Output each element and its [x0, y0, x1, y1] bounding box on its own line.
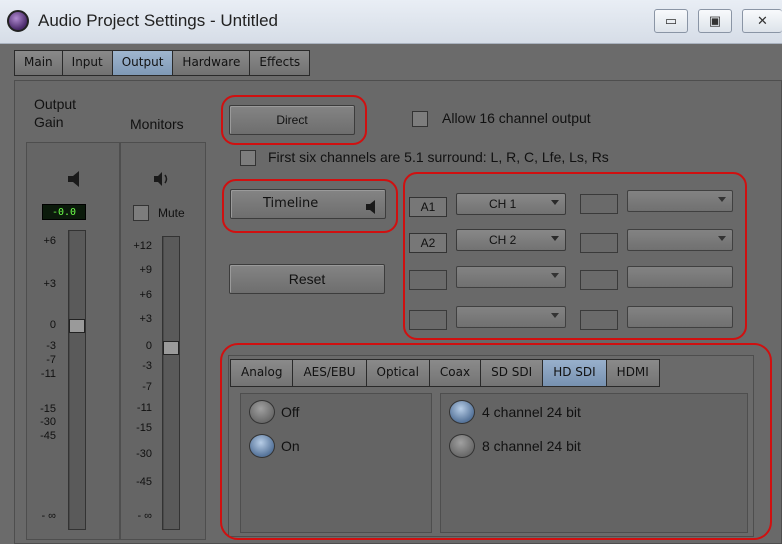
- monitor-tick: +12: [133, 240, 152, 252]
- monitors-label: Monitors: [130, 116, 184, 132]
- monitor-speaker-icon[interactable]: [152, 170, 172, 188]
- gain-tick: - ∞: [41, 510, 56, 522]
- monitor-tick: -45: [136, 476, 152, 488]
- gain-tick: -30: [40, 416, 56, 428]
- highlight-ring-channels: [403, 172, 747, 340]
- minimize-button[interactable]: ▭: [654, 9, 688, 33]
- monitor-tick: - ∞: [137, 510, 152, 522]
- monitor-tick: 0: [145, 340, 152, 352]
- allow-16-channel-label: Allow 16 channel output: [442, 110, 591, 126]
- monitor-tick: -15: [136, 422, 152, 434]
- gain-tick: +6: [43, 235, 56, 247]
- gain-tick: -15: [40, 403, 56, 415]
- gain-tick: -7: [46, 354, 56, 366]
- app-icon: [7, 10, 29, 32]
- maximize-button[interactable]: ▣: [698, 9, 732, 33]
- gain-fader-handle[interactable]: [69, 319, 85, 333]
- monitor-tick: +6: [139, 289, 152, 301]
- gain-readout: -0.0: [42, 204, 86, 220]
- monitor-tick: +9: [139, 264, 152, 276]
- monitor-tick: +3: [139, 313, 152, 325]
- gain-tick: -3: [46, 340, 56, 352]
- tab-effects[interactable]: Effects: [249, 50, 311, 76]
- mute-label: Mute: [158, 206, 185, 220]
- highlight-ring-timeline: [222, 179, 398, 233]
- allow-16-channel-checkbox[interactable]: [412, 111, 428, 127]
- settings-tabs: Main Input Output Hardware Effects: [14, 50, 311, 76]
- tab-main[interactable]: Main: [14, 50, 62, 76]
- gain-tick: 0: [49, 319, 56, 331]
- close-button[interactable]: ✕: [742, 9, 782, 33]
- speaker-icon[interactable]: [66, 170, 82, 188]
- window-title: Audio Project Settings - Untitled: [38, 11, 279, 30]
- tab-hardware[interactable]: Hardware: [172, 50, 250, 76]
- surround-checkbox[interactable]: [240, 150, 256, 166]
- gain-tick: -45: [40, 430, 56, 442]
- highlight-ring-direct: [221, 95, 367, 145]
- monitor-meter-track: [162, 236, 180, 530]
- highlight-ring-hardware: [220, 343, 772, 540]
- gain-meter-track: [68, 230, 86, 530]
- monitor-fader-handle[interactable]: [163, 341, 179, 355]
- tab-output[interactable]: Output: [111, 50, 173, 76]
- monitor-tick: -7: [142, 381, 152, 393]
- output-gain-label-line1: Output: [34, 96, 77, 112]
- surround-label: First six channels are 5.1 surround: L, …: [268, 149, 609, 165]
- tab-input[interactable]: Input: [61, 50, 112, 76]
- monitor-tick: -11: [136, 402, 152, 414]
- reset-button[interactable]: Reset: [229, 264, 385, 294]
- monitor-tick: -30: [136, 448, 152, 460]
- gain-tick: +3: [43, 278, 56, 290]
- monitor-tick: -3: [142, 360, 152, 372]
- mute-checkbox[interactable]: [133, 205, 149, 221]
- gain-tick: -11: [40, 368, 56, 380]
- output-gain-label-line2: Gain: [34, 114, 64, 130]
